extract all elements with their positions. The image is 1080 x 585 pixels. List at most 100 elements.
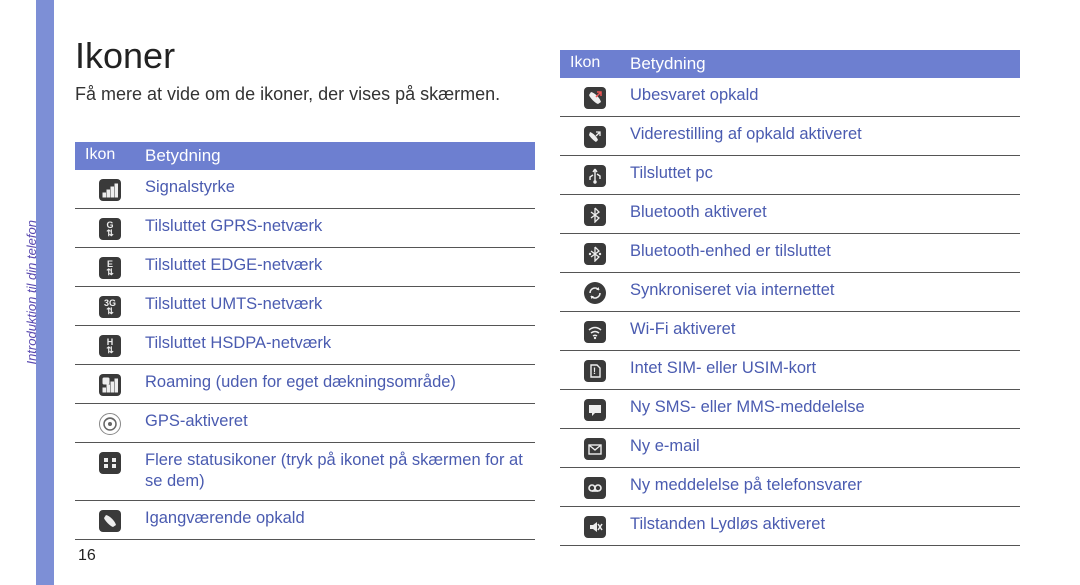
hsdpa-icon: H⇅: [99, 335, 121, 357]
icon-cell: [75, 411, 145, 435]
table-row: Bluetooth aktiveret: [560, 195, 1020, 234]
page-number: 16: [78, 547, 96, 565]
header-icon-label: Ikon: [75, 142, 145, 170]
table-row: Ny e-mail: [560, 429, 1020, 468]
table-row: Synkroniseret via internettet: [560, 273, 1020, 312]
icon-cell: [560, 475, 630, 499]
icon-cell: [560, 280, 630, 304]
svg-text:R: R: [104, 379, 108, 385]
meaning-cell: Viderestilling af opkald aktiveret: [630, 124, 1020, 145]
meaning-cell: Wi-Fi aktiveret: [630, 319, 1020, 340]
icon-cell: [75, 177, 145, 201]
svg-text:!: !: [593, 366, 596, 376]
meaning-cell: Ubesvaret opkald: [630, 85, 1020, 106]
icon-cell: !: [560, 358, 630, 382]
header-meaning-label: Betydning: [630, 50, 1020, 78]
table-row: E⇅ Tilsluttet EDGE-netværk: [75, 248, 535, 287]
table-row: H⇅ Tilsluttet HSDPA-netværk: [75, 326, 535, 365]
icon-cell: [560, 319, 630, 343]
meaning-cell: Tilsluttet pc: [630, 163, 1020, 184]
right-column: Ikon Betydning Ubesvaret opkald Videresti…: [560, 50, 1020, 546]
left-column: Ikon Betydning Signalstyrke G⇅ Tilsluttet …: [75, 142, 535, 540]
gprs-icon: G⇅: [99, 218, 121, 240]
wifi-icon: [584, 321, 606, 343]
icon-cell: [560, 436, 630, 460]
table-row: 3G⇅ Tilsluttet UMTS-netværk: [75, 287, 535, 326]
signal-icon: [99, 179, 121, 201]
silent-icon: [584, 516, 606, 538]
meaning-cell: Tilsluttet HSDPA-netværk: [145, 333, 535, 354]
table-row: Tilstanden Lydløs aktiveret: [560, 507, 1020, 546]
icon-cell: [560, 163, 630, 187]
icon-cell: [560, 85, 630, 109]
umts-icon: 3G⇅: [99, 296, 121, 318]
table-row: GPS-aktiveret: [75, 404, 535, 443]
table-row: R Roaming (uden for eget dækningsområde): [75, 365, 535, 404]
icon-cell: [75, 450, 145, 474]
email-icon: [584, 438, 606, 460]
icon-cell: [560, 397, 630, 421]
bluetooth-icon: [584, 204, 606, 226]
sms-icon: [584, 399, 606, 421]
icon-cell: [560, 514, 630, 538]
meaning-cell: Bluetooth-enhed er tilsluttet: [630, 241, 1020, 262]
meaning-cell: Tilstanden Lydløs aktiveret: [630, 514, 1020, 535]
sync-icon: [584, 282, 606, 304]
table-row: Ny meddelelse på telefonsvarer: [560, 468, 1020, 507]
left-column-wrap: Ikon Betydning Signalstyrke G⇅ Tilsluttet …: [75, 142, 535, 540]
header-meaning-label: Betydning: [145, 142, 535, 170]
icon-cell: H⇅: [75, 333, 145, 357]
meaning-cell: Tilsluttet EDGE-netværk: [145, 255, 535, 276]
meaning-cell: Bluetooth aktiveret: [630, 202, 1020, 223]
icon-cell: [560, 202, 630, 226]
table-row: Bluetooth-enhed er tilsluttet: [560, 234, 1020, 273]
meaning-cell: Roaming (uden for eget dækningsområde): [145, 372, 535, 393]
page: Introduktion til din telefon Ikoner Få m…: [0, 0, 1080, 585]
right-rows-container: Ubesvaret opkald Viderestilling af opkald…: [560, 78, 1020, 546]
table-row: Flere statusikoner (tryk på ikonet på sk…: [75, 443, 535, 501]
table-header-right: Ikon Betydning: [560, 50, 1020, 78]
edge-icon: E⇅: [99, 257, 121, 279]
meaning-cell: Synkroniseret via internettet: [630, 280, 1020, 301]
meaning-cell: Igangværende opkald: [145, 508, 535, 529]
call-icon: [99, 510, 121, 532]
table-row: Ubesvaret opkald: [560, 78, 1020, 117]
meaning-cell: Intet SIM- eller USIM-kort: [630, 358, 1020, 379]
side-label: Introduktion til din telefon: [24, 220, 39, 365]
icon-cell: E⇅: [75, 255, 145, 279]
left-rows-container: Signalstyrke G⇅ Tilsluttet GPRS-netværk E⇅ T…: [75, 170, 535, 540]
voicemail-icon: [584, 477, 606, 499]
no-sim-icon: !: [584, 360, 606, 382]
icon-cell: [560, 124, 630, 148]
meaning-cell: Ny SMS- eller MMS-meddelelse: [630, 397, 1020, 418]
table-row: Viderestilling af opkald aktiveret: [560, 117, 1020, 156]
header-icon-label: Ikon: [560, 50, 630, 78]
table-row: ! Intet SIM- eller USIM-kort: [560, 351, 1020, 390]
icon-cell: R: [75, 372, 145, 396]
meaning-cell: Ny meddelelse på telefonsvarer: [630, 475, 1020, 496]
icon-cell: G⇅: [75, 216, 145, 240]
meaning-cell: Flere statusikoner (tryk på ikonet på sk…: [145, 450, 535, 493]
table-row: Igangværende opkald: [75, 501, 535, 540]
icon-cell: 3G⇅: [75, 294, 145, 318]
meaning-cell: Tilsluttet UMTS-netværk: [145, 294, 535, 315]
gps-icon: [99, 413, 121, 435]
icon-cell: [75, 508, 145, 532]
usb-icon: [584, 165, 606, 187]
meaning-cell: Ny e-mail: [630, 436, 1020, 457]
table-row: Tilsluttet pc: [560, 156, 1020, 195]
call-forward-icon: [584, 126, 606, 148]
missed-call-icon: [584, 87, 606, 109]
table-row: Ny SMS- eller MMS-meddelelse: [560, 390, 1020, 429]
meaning-cell: GPS-aktiveret: [145, 411, 535, 432]
table-row: Wi-Fi aktiveret: [560, 312, 1020, 351]
meaning-cell: Signalstyrke: [145, 177, 535, 198]
more-icon: [99, 452, 121, 474]
meaning-cell: Tilsluttet GPRS-netværk: [145, 216, 535, 237]
roaming-icon: R: [99, 374, 121, 396]
table-header-left: Ikon Betydning: [75, 142, 535, 170]
table-row: G⇅ Tilsluttet GPRS-netværk: [75, 209, 535, 248]
icon-cell: [560, 241, 630, 265]
bluetooth-connected-icon: [584, 243, 606, 265]
table-row: Signalstyrke: [75, 170, 535, 209]
